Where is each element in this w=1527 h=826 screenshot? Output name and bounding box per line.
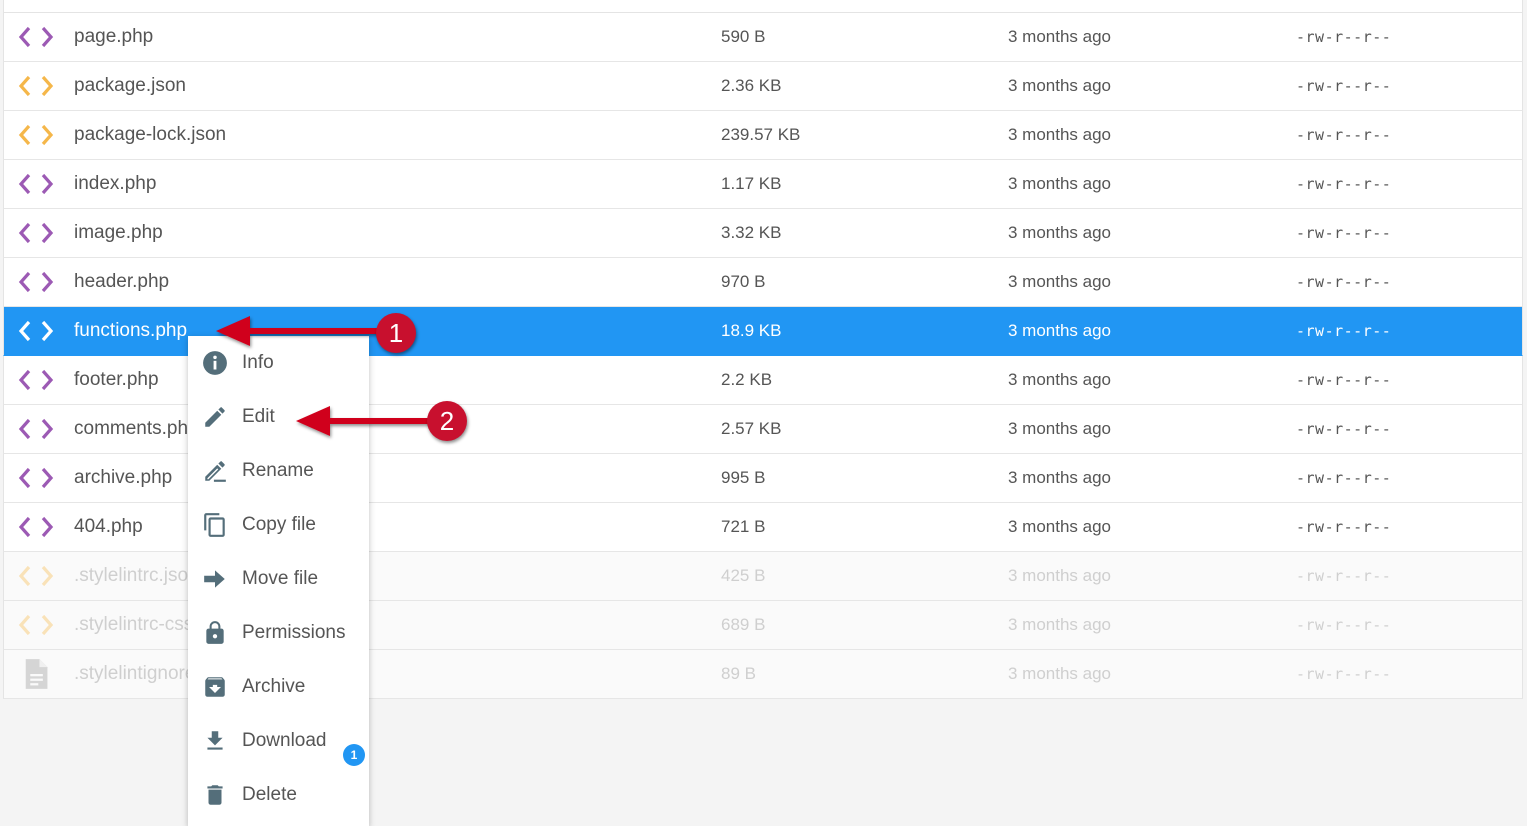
annotation-step-2-badge: 2: [427, 401, 467, 441]
annotation-arrow-1: [216, 316, 380, 346]
annotation-arrow-2: [296, 406, 430, 436]
tutorial-annotations: [216, 316, 430, 436]
annotation-step-1-badge: 1: [376, 313, 416, 353]
